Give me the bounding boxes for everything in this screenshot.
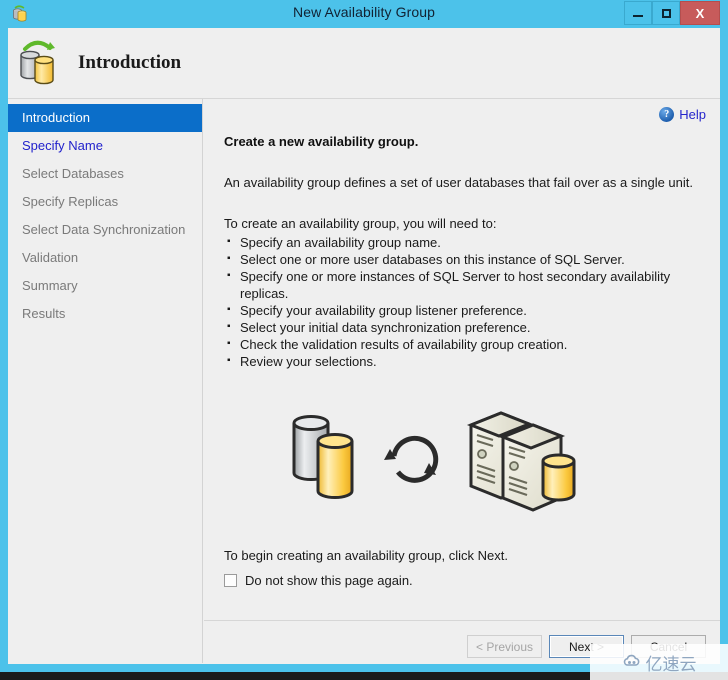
dialog-window: New Availability Group X Introduction In… [0,0,728,672]
footer-divider [204,620,720,621]
title-bar: New Availability Group X [0,0,728,28]
sidebar-item-summary[interactable]: Summary [8,272,202,300]
sidebar-item-select-databases[interactable]: Select Databases [8,160,202,188]
previous-button[interactable]: < Previous [467,635,542,658]
do-not-show-row[interactable]: Do not show this page again. [224,573,413,588]
content-panel: ? Help Create a new availability group. … [204,99,720,663]
maximize-icon [661,8,671,18]
introduction-text: Create a new availability group. An avai… [224,134,704,370]
sidebar-item-validation[interactable]: Validation [8,244,202,272]
help-label: Help [679,107,706,122]
help-question-icon: ? [659,107,675,122]
page-title: Introduction [78,52,182,73]
maximize-button[interactable] [652,1,680,25]
watermark: 亿速云 [590,644,728,680]
sidebar-item-results[interactable]: Results [8,300,202,328]
help-link[interactable]: ? Help [659,107,706,122]
list-item: Specify your availability group listener… [224,301,704,319]
close-icon: X [695,5,705,21]
do-not-show-checkbox[interactable] [224,574,237,587]
page-header: Introduction [8,28,720,99]
window-title: New Availability Group [292,4,435,20]
minimize-icon [633,14,643,17]
closing-instruction: To begin creating an availability group,… [224,548,508,563]
close-button[interactable]: X [680,1,720,25]
list-item: Select your initial data synchronization… [224,318,704,336]
watermark-text: 亿速云 [645,654,697,675]
list-item: Specify an availability group name. [224,233,704,251]
list-item: Review your selections. [224,352,704,370]
list-item: Specify one or more instances of SQL Ser… [224,267,704,302]
cloud-logo-icon [622,652,642,672]
sidebar-item-specify-replicas[interactable]: Specify Replicas [8,188,202,216]
content-steps-lead: To create an availability group, you wil… [224,216,497,231]
wizard-steps-sidebar: Introduction Specify Name Select Databas… [8,99,203,663]
client-area: Introduction Introduction Specify Name S… [8,28,720,664]
content-intro-paragraph: An availability group defines a set of u… [224,175,694,190]
sidebar-item-introduction[interactable]: Introduction [8,104,202,132]
availability-group-icon [15,36,69,90]
list-item: Check the validation results of availabi… [224,335,704,353]
do-not-show-label: Do not show this page again. [245,573,413,588]
sidebar-item-select-data-synchronization[interactable]: Select Data Synchronization [8,216,202,244]
list-item: Select one or more user databases on thi… [224,250,704,268]
minimize-button[interactable] [624,1,652,25]
content-steps-list: Specify an availability group name. Sele… [224,233,704,370]
content-heading: Create a new availability group. [224,134,419,149]
sidebar-item-specify-name[interactable]: Specify Name [8,132,202,160]
databases-sync-servers-illustration [274,399,594,524]
